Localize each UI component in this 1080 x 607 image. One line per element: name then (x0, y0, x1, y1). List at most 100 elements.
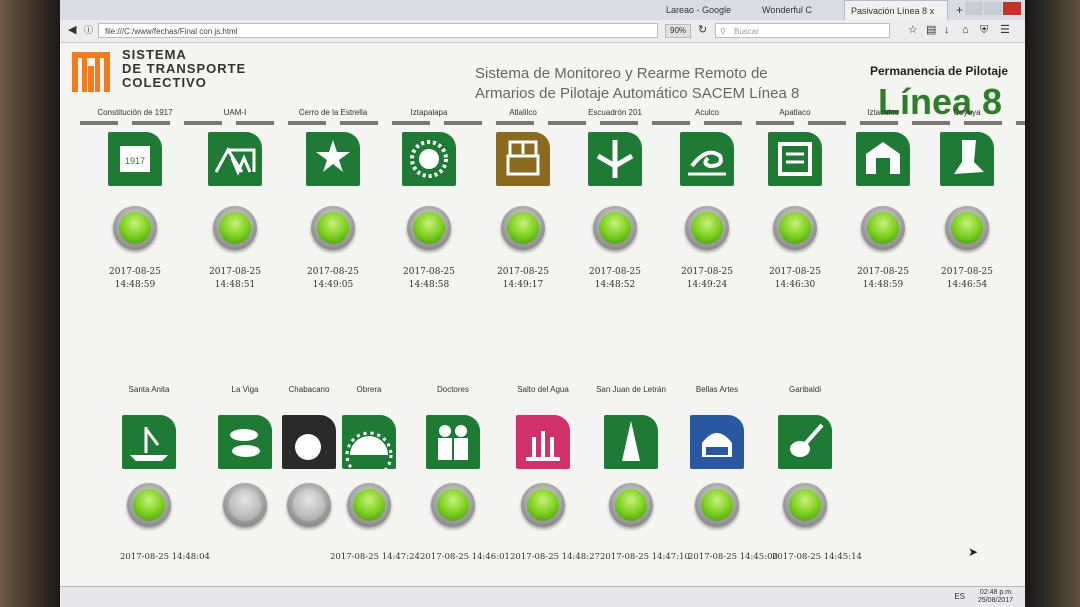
clock-date: 25/08/2017 (977, 597, 1013, 604)
temple-icon (856, 132, 910, 186)
station-name: Garibaldi (788, 385, 821, 394)
station-timestamp: 2017-08-25 14:49:24 (662, 266, 752, 292)
well-icon (496, 132, 550, 186)
bookmark-star-icon[interactable]: ☆ (908, 23, 918, 38)
home-icon[interactable]: ⌂ (962, 23, 969, 38)
status-lamp[interactable] (861, 206, 905, 250)
apricot-icon (282, 415, 336, 469)
station-name: Iztapalapa (410, 108, 448, 117)
fish-icon (218, 415, 272, 469)
search-placeholder: Buscar (734, 27, 759, 36)
building-icon (208, 132, 262, 186)
tab-lareao[interactable]: Lareao - Google (660, 0, 752, 20)
timestamp-date: 2017-08-25 (941, 267, 993, 277)
doctors-icon (426, 415, 480, 469)
tab-label: Lareao - Google (666, 5, 732, 15)
timestamp-date: 2017-08-25 (589, 267, 641, 277)
taskbar: ES 02:48 p.m. 25/08/2017 (60, 586, 1025, 607)
station-name: Atlalilco (509, 108, 537, 117)
clock[interactable]: 02:48 p.m. 25/08/2017 (978, 589, 1013, 605)
maximize-button[interactable] (984, 2, 1002, 15)
track-divider (80, 121, 1025, 125)
status-lamp[interactable] (431, 483, 475, 527)
close-tab-icon[interactable]: x (930, 6, 935, 16)
station-timestamp: 2017-08-25 14:48:59 (838, 266, 928, 292)
info-icon[interactable]: ⓘ (84, 23, 93, 38)
plane-icon (588, 132, 642, 186)
clock-time: 02:48 p.m. (979, 589, 1013, 596)
station-timestamp: 2017-08-25 14:48:58 (384, 266, 474, 292)
url-field[interactable]: file:///C:/www/fechas/Final con js.html (98, 23, 658, 38)
status-lamp[interactable] (685, 206, 729, 250)
navigation-bar: ◀ ⓘ file:///C:/www/fechas/Final con js.h… (60, 20, 1025, 43)
station-name: Doctores (436, 385, 469, 394)
station-name: Obrera (356, 385, 382, 394)
back-icon[interactable]: ◀ (68, 23, 76, 38)
timestamp-time: 14:49:17 (502, 280, 544, 290)
menu-icon[interactable]: ☰ (1000, 23, 1010, 38)
tab-wonderful[interactable]: Wonderful C (756, 0, 840, 20)
status-lamp[interactable] (695, 483, 739, 527)
tower-icon (604, 415, 658, 469)
station-name: Iztacalco (867, 108, 899, 117)
foot-icon (940, 132, 994, 186)
timestamp-time: 14:48:52 (594, 280, 636, 290)
timestamp-time: 14:46:54 (946, 280, 988, 290)
status-lamp[interactable] (593, 206, 637, 250)
timestamp-time: 14:49:24 (686, 280, 728, 290)
status-lamp[interactable] (127, 483, 171, 527)
station-timestamp: 2017-08-25 14:48:59 (90, 266, 180, 292)
document-1917-icon: 1917 (108, 132, 162, 186)
download-icon[interactable]: ↓ (944, 23, 950, 38)
status-lamp[interactable] (783, 483, 827, 527)
status-lamp[interactable] (113, 206, 157, 250)
status-lamp[interactable] (407, 206, 451, 250)
timestamp-date: 2017-08-25 (109, 267, 161, 277)
timestamp-time: 14:49:05 (312, 280, 354, 290)
station-name: Constitución de 1917 (97, 108, 173, 117)
status-lamp[interactable] (945, 206, 989, 250)
station-timestamp: 2017-08-25 14:49:05 (288, 266, 378, 292)
zoom-indicator[interactable]: 90% (665, 24, 692, 38)
status-lamp[interactable] (521, 483, 565, 527)
minimize-button[interactable] (965, 2, 983, 15)
shield-icon[interactable]: ⛨ (980, 23, 988, 38)
gear-sun-icon (342, 415, 396, 469)
status-lamp[interactable] (347, 483, 391, 527)
status-lamp[interactable] (609, 483, 653, 527)
status-lamp[interactable] (287, 483, 331, 527)
station-name: Coyuya (953, 108, 981, 117)
timestamp-time: 14:48:51 (214, 280, 256, 290)
status-lamp[interactable] (501, 206, 545, 250)
station-timestamp: 2017-08-25 14:48:51 (190, 266, 280, 292)
station-name: Aculco (694, 108, 719, 117)
brand-line: DE TRANSPORTE (122, 61, 247, 76)
close-window-button[interactable] (1003, 2, 1021, 15)
station-timestamp: 2017-08-25 14:49:17 (478, 266, 568, 292)
sun-icon (402, 132, 456, 186)
monitor-bezel-left (0, 0, 60, 607)
station-name: Santa Anita (128, 385, 170, 394)
brand-name: SISTEMA DE TRANSPORTE COLECTIVO (122, 48, 246, 90)
timestamp-time: 14:48:59 (114, 280, 156, 290)
station-name: Salto del Agua (517, 385, 569, 394)
tab-pasivacion[interactable]: Pasivación Línea 8 x (844, 0, 948, 20)
timestamp-time: 14:48:58 (408, 280, 450, 290)
status-lamp[interactable] (311, 206, 355, 250)
fountain-icon (516, 415, 570, 469)
timestamp-date: 2017-08-25 (403, 267, 455, 277)
bottom-timestamp: 2017-08-25 14:45:14 (772, 552, 862, 562)
svg-text:1917: 1917 (125, 156, 145, 166)
title-line: Sistema de Monitoreo y Rearme Remoto de (475, 65, 768, 82)
station-name: Apatlaco (779, 108, 811, 117)
station-name: Cerro de la Estrella (298, 108, 368, 117)
status-lamp[interactable] (213, 206, 257, 250)
status-lamp[interactable] (773, 206, 817, 250)
search-field[interactable]: ⚲ Buscar (715, 23, 890, 38)
screen: Lareao - Google Wonderful C Pasivación L… (60, 0, 1025, 607)
status-lamp[interactable] (223, 483, 267, 527)
reload-icon[interactable]: ↻ (698, 23, 707, 38)
language-indicator[interactable]: ES (954, 592, 965, 601)
station-timestamp: 2017-08-25 14:46:30 (750, 266, 840, 292)
reading-list-icon[interactable]: ▤ (926, 23, 936, 38)
